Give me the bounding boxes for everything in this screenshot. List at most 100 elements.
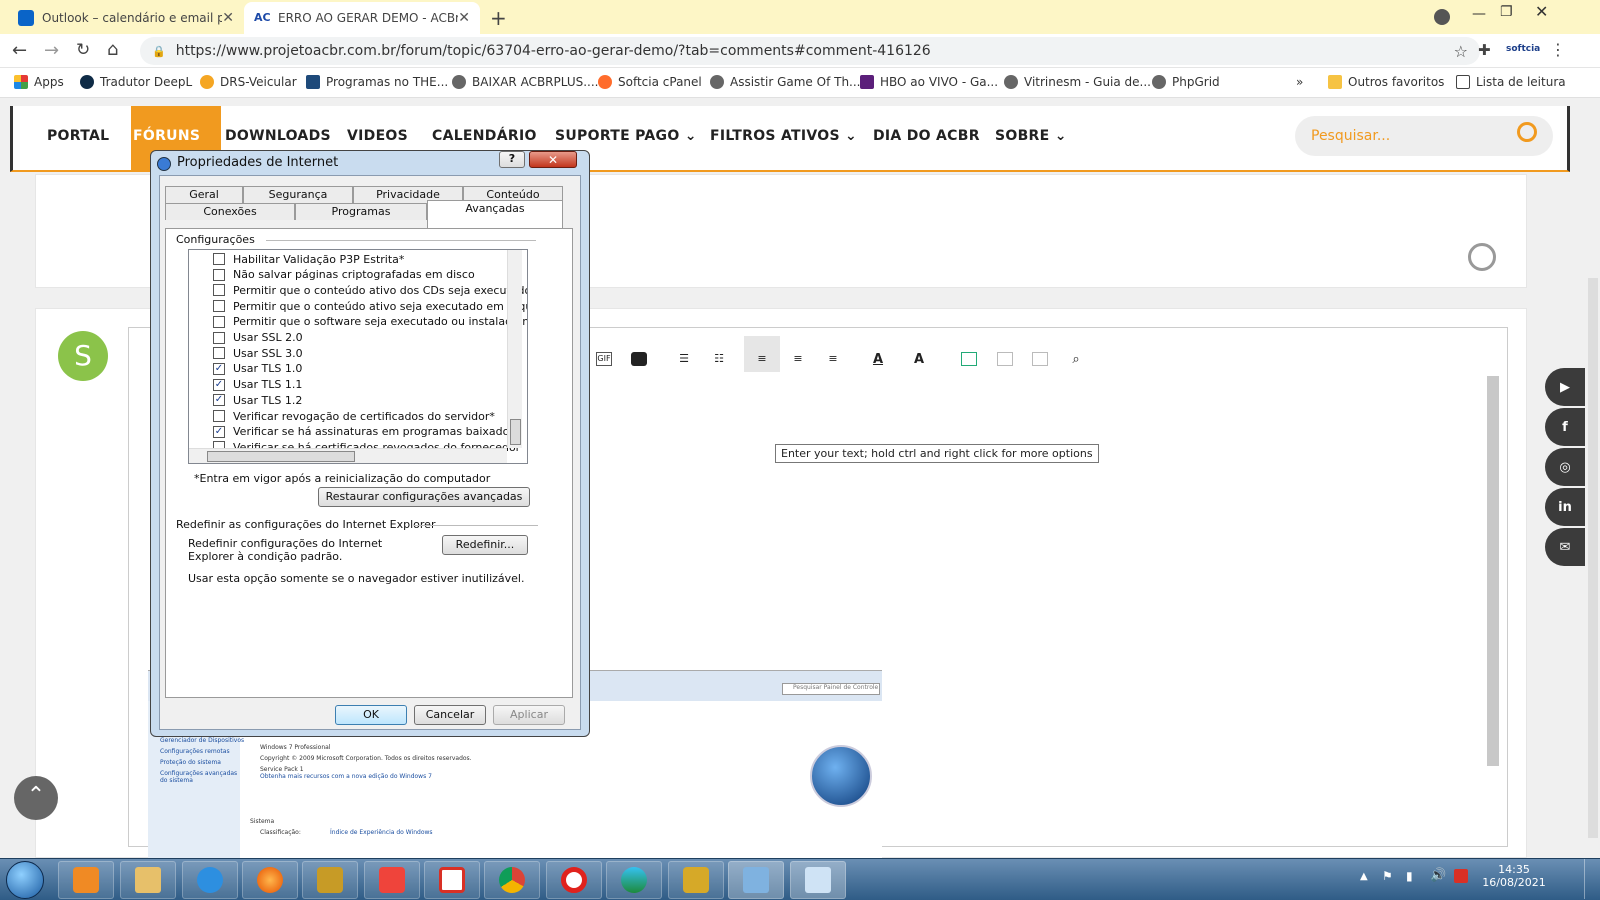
vertical-scrollbar[interactable] <box>507 250 522 448</box>
taskbar-anydesk[interactable] <box>364 861 420 899</box>
dialog-close-icon[interactable]: ✕ <box>529 151 577 168</box>
forward-icon[interactable]: → <box>44 40 59 61</box>
nav-dia-do-acbr[interactable]: DIA DO ACBR <box>873 128 980 144</box>
checkbox[interactable]: ✓ <box>213 378 225 391</box>
checkbox[interactable] <box>213 268 225 281</box>
nav-sobre[interactable]: SOBRE ⌄ <box>995 128 1067 144</box>
profile-icon[interactable]: softcia <box>1506 44 1540 54</box>
browser-tab-acbr[interactable]: AC ERRO AO GERAR DEMO - ACBrG ✕ <box>244 2 480 34</box>
taskbar-ie[interactable] <box>182 861 238 899</box>
youtube-embed-icon[interactable] <box>631 352 647 366</box>
cancel-button[interactable]: Cancelar <box>414 705 486 725</box>
tab-conexoes[interactable]: Conexões <box>165 203 295 220</box>
taskbar-gmail[interactable] <box>424 861 480 899</box>
setting-row[interactable]: Não salvar páginas criptografadas em dis… <box>213 268 475 282</box>
align-right-icon[interactable]: ≡ <box>825 352 841 366</box>
setting-row[interactable]: ✓ Usar TLS 1.1 <box>213 378 302 392</box>
preview-icon[interactable]: ⌕ <box>1068 352 1084 367</box>
taskbar-clock[interactable]: 14:35 16/08/2021 <box>1474 863 1554 889</box>
checkbox[interactable]: ✓ <box>213 394 225 407</box>
hscroll-thumb[interactable] <box>207 451 355 462</box>
menu-icon[interactable]: ⋮ <box>1550 40 1566 59</box>
bookmark-phpgrid[interactable]: PhpGrid <box>1152 75 1220 89</box>
setting-row[interactable]: Verificar revogação de certificados do s… <box>213 409 495 423</box>
bookmark-programas[interactable]: Programas no THE... <box>306 75 448 89</box>
browser-tab-outlook[interactable]: Outlook – calendário e email pes ✕ <box>8 2 244 34</box>
heart-icon[interactable] <box>1468 243 1496 271</box>
setting-row[interactable]: ✓ Usar TLS 1.0 <box>213 362 302 376</box>
setting-row[interactable]: Permitir que o conteúdo ativo dos CDs se… <box>213 283 527 297</box>
bookmark-cpanel[interactable]: Softcia cPanel <box>598 75 702 89</box>
taskbar-control-panel[interactable] <box>728 861 784 899</box>
nav-foruns[interactable]: FÓRUNS <box>133 128 200 144</box>
nav-portal[interactable]: PORTAL <box>47 128 109 144</box>
taskbar-delphi[interactable] <box>302 861 358 899</box>
bookmark-got[interactable]: Assistir Game Of Th... <box>710 75 861 89</box>
taskbar-internet-options[interactable] <box>790 861 846 899</box>
scroll-thumb[interactable] <box>510 419 521 445</box>
align-left-icon[interactable]: ≡ <box>754 352 770 366</box>
tab-seguranca[interactable]: Segurança <box>243 186 353 203</box>
tab-search-icon[interactable] <box>1434 9 1450 25</box>
ok-button[interactable]: OK <box>335 705 407 725</box>
taskbar-edge[interactable] <box>606 861 662 899</box>
network-icon[interactable]: ▮ <box>1406 869 1413 883</box>
bookmark-drs[interactable]: DRS-Veicular <box>200 75 297 89</box>
flag-icon[interactable]: ⚑ <box>1382 869 1393 883</box>
setting-row[interactable]: ✓ Verificar se há assinaturas em programa… <box>213 425 515 439</box>
nav-suporte-pago[interactable]: SUPORTE PAGO ⌄ <box>555 128 697 144</box>
setting-row[interactable]: ✓ Usar TLS 1.2 <box>213 393 302 407</box>
checkbox[interactable] <box>213 331 225 344</box>
nav-filtros-ativos[interactable]: FILTROS ATIVOS ⌄ <box>710 128 857 144</box>
bookmark-vitrinesm[interactable]: Vitrinesm - Guia de... <box>1004 75 1151 89</box>
minimize-icon[interactable]: — <box>1472 6 1486 22</box>
bookmark-hbo[interactable]: HBO ao VIVO - Ga... <box>860 75 998 89</box>
window-close-icon[interactable]: ✕ <box>1535 2 1548 21</box>
tray-arrow-icon[interactable]: ▲ <box>1360 871 1368 882</box>
close-icon[interactable]: ✕ <box>222 10 234 26</box>
new-tab-icon[interactable]: + <box>490 6 507 30</box>
tab-programas[interactable]: Programas <box>295 203 427 220</box>
page-scrollbar[interactable] <box>1588 278 1598 838</box>
bookmark-deepl[interactable]: Tradutor DeepL <box>80 75 192 89</box>
checkbox[interactable] <box>213 253 225 265</box>
youtube-icon[interactable]: ▶ <box>1545 368 1585 406</box>
address-bar[interactable]: 🔒 https://www.projetoacbr.com.br/forum/t… <box>140 37 1480 65</box>
checkbox[interactable] <box>213 300 225 313</box>
restore-advanced-button[interactable]: Restaurar configurações avançadas <box>318 487 530 507</box>
close-icon[interactable]: ✕ <box>458 10 470 26</box>
reload-icon[interactable]: ↻ <box>76 40 90 60</box>
checkbox[interactable] <box>213 347 225 360</box>
gif-icon[interactable]: GIF <box>596 352 612 366</box>
linkedin-icon[interactable]: in <box>1545 488 1585 526</box>
bookmark-reading-list[interactable]: Lista de leitura <box>1456 75 1566 89</box>
scroll-top-icon[interactable]: ⌃ <box>14 776 58 820</box>
search-icon[interactable] <box>1517 122 1537 142</box>
bookmarks-more-button[interactable]: » <box>1296 75 1303 89</box>
gmail-tray-icon[interactable] <box>1454 869 1468 883</box>
back-icon[interactable]: ← <box>12 40 27 61</box>
nav-calendario[interactable]: CALENDÁRIO <box>432 128 537 144</box>
horizontal-scrollbar[interactable] <box>189 448 507 463</box>
facebook-icon[interactable]: f <box>1545 408 1585 446</box>
setting-row[interactable]: Habilitar Validação P3P Estrita* <box>213 252 404 266</box>
restore-icon[interactable]: ❐ <box>1500 4 1513 20</box>
start-button-icon[interactable] <box>6 861 44 899</box>
background-color-icon[interactable]: A <box>911 352 927 367</box>
nav-videos[interactable]: VIDEOS <box>347 128 408 144</box>
extensions-icon[interactable]: ✚ <box>1478 41 1491 59</box>
home-icon[interactable]: ⌂ <box>107 39 118 60</box>
taskbar-media-player[interactable] <box>58 861 114 899</box>
taskbar-delphi-7[interactable] <box>668 861 724 899</box>
email-icon[interactable]: ✉ <box>1545 528 1585 566</box>
checkbox[interactable]: ✓ <box>213 362 225 375</box>
bookmark-apps[interactable]: Apps <box>14 75 64 89</box>
star-icon[interactable]: ☆ <box>1454 42 1468 61</box>
numbered-list-icon[interactable]: ☷ <box>711 352 727 366</box>
bullet-list-icon[interactable]: ☰ <box>676 352 692 366</box>
editor-scrollbar[interactable] <box>1487 376 1499 766</box>
taskbar-firefox[interactable] <box>242 861 298 899</box>
taskbar-explorer[interactable] <box>120 861 176 899</box>
insert-table-icon[interactable] <box>961 352 977 366</box>
tab-avancadas[interactable]: Avançadas <box>427 200 563 228</box>
